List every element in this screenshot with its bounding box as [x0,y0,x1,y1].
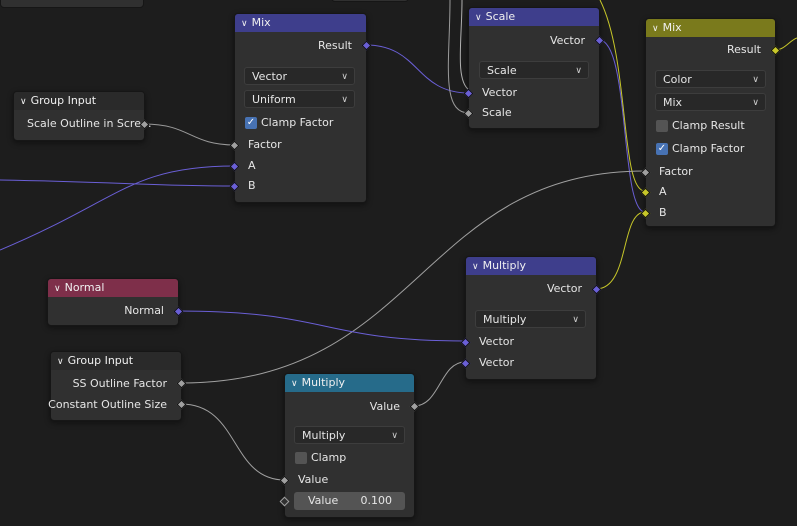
normal-output-label: Normal [124,304,164,317]
mix-color-blend-value: Mix [663,96,683,109]
math-multiply-node[interactable]: ∨ Multiply Value Multiply ∨ Clamp Value Va… [279,373,420,518]
group-input-top-header[interactable]: ∨ Group Input [14,92,144,110]
partial-node-top-center[interactable] [331,0,409,2]
mix-data-type-dropdown[interactable]: Vector ∨ [244,67,355,85]
group-input-bottom-title: Group Input [67,354,134,367]
value-field-number: 0.100 [360,494,393,507]
mix-vector-node[interactable]: ∨ Mix Result Vector ∨ Uniform ∨ ✓ Clamp Fac… [229,13,372,203]
chevron-down-icon: ∨ [341,72,348,82]
mix-color-data-type-dropdown[interactable]: Color ∨ [655,70,766,88]
checkmark-icon: ✓ [246,117,256,128]
vector-multiply-header[interactable]: ∨ Multiply [466,257,596,275]
collapse-chevron-icon[interactable]: ∨ [652,20,659,37]
math-multiply-clamp-label: Clamp [311,451,347,464]
mix-color-factor-label: Factor [659,165,693,178]
collapse-chevron-icon[interactable]: ∨ [20,93,27,110]
mix-color-clamp-factor-label: Clamp Factor [672,142,745,155]
chevron-down-icon: ∨ [341,95,348,105]
scale-output-label: Vector [549,34,585,47]
link-constant-size-to-value [180,403,286,481]
group-input-top-output-label: Scale Outline in Scre... [27,117,152,130]
scale-header[interactable]: ∨ Scale [469,8,599,26]
partial-node-top-left[interactable] [0,0,144,8]
vector-multiply-title: Multiply [482,259,527,272]
constant-outline-size-label: Constant Outline Size [48,398,167,411]
chevron-down-icon: ∨ [752,75,759,85]
normal-node[interactable]: ∨ Normal Normal [47,278,184,326]
scale-vector-input-label: Vector [482,86,518,99]
chevron-down-icon: ∨ [572,315,579,325]
math-multiply-clamp-checkbox[interactable] [295,452,307,464]
normal-header[interactable]: ∨ Normal [48,279,178,297]
mix-mode-dropdown[interactable]: Uniform ∨ [244,90,355,108]
vector-multiply-operation-dropdown[interactable]: Multiply ∨ [475,310,586,328]
mix-a-label: A [248,159,256,172]
math-multiply-operation-value: Multiply [302,429,346,442]
collapse-chevron-icon[interactable]: ∨ [57,353,64,370]
scale-node[interactable]: ∨ Scale Vector Scale ∨ Vector Scale [463,7,605,129]
mix-data-type-value: Vector [252,70,288,83]
group-input-bottom-header[interactable]: ∨ Group Input [51,352,181,370]
vector-multiply-operation-value: Multiply [483,313,527,326]
value-field-label: Value [308,494,339,507]
mix-clamp-factor-checkbox[interactable]: ✓ [245,117,257,129]
mix-factor-label: Factor [248,138,282,151]
mix-color-clamp-factor-checkbox[interactable]: ✓ [656,143,668,155]
mix-b-label: B [248,179,256,192]
group-input-top-node[interactable]: ∨ Group Input Scale Outline in Scre... [13,91,151,141]
mix-color-header[interactable]: ∨ Mix [646,19,775,37]
vector-multiply-input2-label: Vector [479,356,515,369]
ss-outline-factor-label: SS Outline Factor [72,377,167,390]
collapse-chevron-icon[interactable]: ∨ [475,9,482,26]
mix-color-a-label: A [659,185,667,198]
group-input-bottom-node[interactable]: ∨ Group Input SS Outline Factor Constant … [48,351,187,421]
math-multiply-value-field[interactable]: Value 0.100 [294,492,405,510]
vector-multiply-input1-label: Vector [479,335,515,348]
link-scale-outline-to-factor [143,123,236,146]
scale-operation-value: Scale [487,64,517,77]
mix-color-blend-dropdown[interactable]: Mix ∨ [655,93,766,111]
chevron-down-icon: ∨ [391,431,398,441]
collapse-chevron-icon[interactable]: ∨ [241,15,248,32]
link-normal-to-multiply-vector [177,310,466,342]
vector-multiply-node[interactable]: ∨ Multiply Vector Multiply ∨ Vector Vector [460,256,602,380]
scale-operation-dropdown[interactable]: Scale ∨ [479,61,589,79]
link-value-to-multiply-vector [413,361,466,407]
mix-color-data-type-value: Color [663,73,692,86]
link-left-to-mix-a [0,165,236,251]
collapse-chevron-icon[interactable]: ∨ [54,280,61,297]
collapse-chevron-icon[interactable]: ∨ [291,375,298,392]
chevron-down-icon: ∨ [752,98,759,108]
link-mix-result-to-scale-vector [365,44,470,94]
chevron-down-icon: ∨ [575,66,582,76]
mix-color-result-label: Result [727,43,761,56]
math-multiply-header[interactable]: ∨ Multiply [285,374,414,392]
checkmark-icon: ✓ [657,143,667,154]
scale-scale-input-label: Scale [482,106,512,119]
mix-mode-value: Uniform [252,93,296,106]
math-multiply-value-input-label: Value [298,473,329,486]
link-multiply-vector-to-mix-b [595,211,646,290]
group-input-top-title: Group Input [30,94,97,107]
mix-color-b-label: B [659,206,667,219]
scale-title: Scale [485,10,516,23]
mix-vector-header[interactable]: ∨ Mix [235,14,366,32]
mix-color-title: Mix [662,21,682,34]
mix-clamp-factor-label: Clamp Factor [261,116,334,129]
mix-result-label: Result [318,39,352,52]
math-multiply-output-label: Value [369,400,400,413]
mix-color-clamp-result-label: Clamp Result [672,119,745,132]
link-left-to-mix-b [0,179,236,187]
mix-color-clamp-result-checkbox[interactable] [656,120,668,132]
math-multiply-operation-dropdown[interactable]: Multiply ∨ [294,426,405,444]
math-multiply-title: Multiply [301,376,346,389]
collapse-chevron-icon[interactable]: ∨ [472,258,479,275]
mix-color-node[interactable]: ∨ Mix Result Color ∨ Mix ∨ Clamp Result ✓ C… [640,18,781,227]
link-top-to-mix-a [599,0,646,192]
vector-multiply-output-label: Vector [546,282,582,295]
normal-title: Normal [64,281,105,294]
mix-vector-title: Mix [251,16,271,29]
